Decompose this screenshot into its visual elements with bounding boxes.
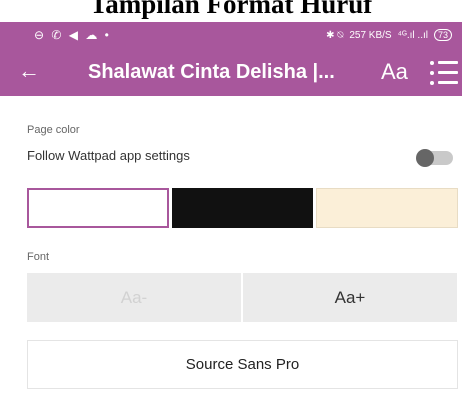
signal-icon: ⁴ᴳ.ıl ..ıl: [397, 29, 428, 41]
status-bar: ⊖ ✆ ◀ ☁ • ✱ ⍉ 257 KB/S ⁴ᴳ.ıl ..ıl 73: [0, 22, 462, 50]
document-title: Tampilan Format Huruf: [0, 0, 462, 22]
notification-icons: ⊖ ✆ ◀ ☁ •: [34, 28, 111, 42]
page-color-label: Page color: [27, 124, 80, 136]
story-title: Shalawat Cinta Delisha |...: [88, 61, 335, 83]
app-bar: ← Shalawat Cinta Delisha |... Aa: [0, 50, 462, 96]
bluetooth-icon: ✱ ⍉: [326, 29, 344, 41]
network-speed: 257 KB/S: [349, 29, 392, 41]
back-arrow-icon[interactable]: ←: [18, 58, 40, 84]
font-settings-button[interactable]: Aa: [381, 59, 408, 85]
follow-app-settings-toggle[interactable]: [416, 149, 453, 167]
menu-list-icon[interactable]: [430, 61, 460, 85]
increase-font-size-button[interactable]: Aa+: [243, 273, 457, 322]
page-color-sepia-swatch[interactable]: [316, 188, 458, 228]
battery-icon: 73: [433, 29, 452, 41]
system-indicators: ✱ ⍉ 257 KB/S ⁴ᴳ.ıl ..ıl 73: [326, 29, 452, 41]
page-color-black-swatch[interactable]: [172, 188, 313, 228]
page-color-white-swatch[interactable]: [27, 188, 169, 228]
font-family-selector[interactable]: Source Sans Pro: [27, 340, 458, 389]
toggle-knob: [416, 149, 434, 167]
document-title-text: Tampilan Format Huruf: [89, 0, 373, 19]
font-section-label: Font: [27, 251, 50, 263]
decrease-font-size-button[interactable]: Aa-: [27, 273, 241, 322]
follow-app-settings-label: Follow Wattpad app settings: [27, 148, 190, 163]
